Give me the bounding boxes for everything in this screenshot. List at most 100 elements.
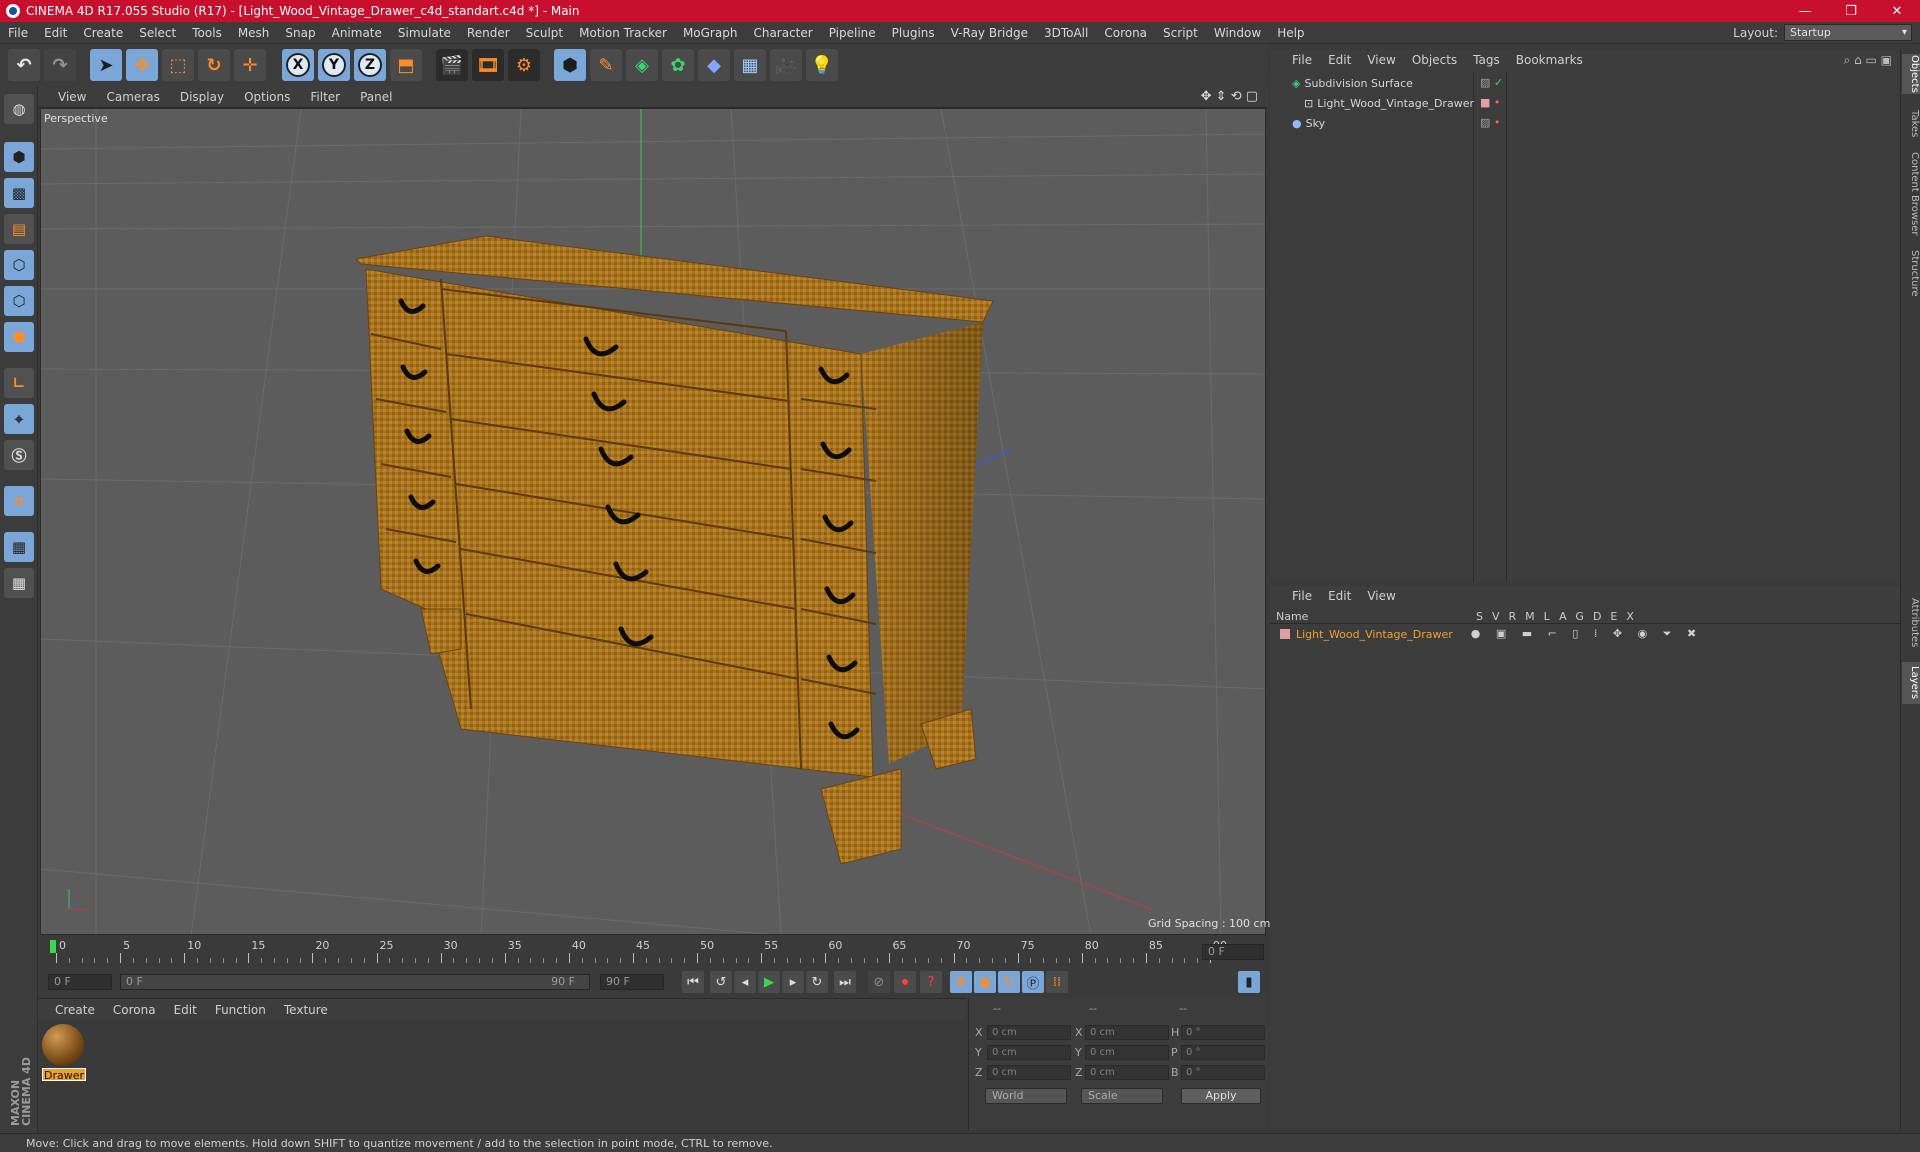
tab-takes[interactable]: Takes [1902,106,1920,142]
3d-viewport[interactable] [40,108,1266,935]
tab-content-browser[interactable]: Content Browser [1902,148,1920,240]
model-mode-button[interactable]: ⬢ [4,142,34,172]
layer-menu-view[interactable]: View [1359,589,1403,603]
material-menu-texture[interactable]: Texture [275,1003,337,1017]
viewport-nav-icons[interactable]: ✥ ⇕ ⟲ ▢ [1201,89,1258,104]
obj-menu-view[interactable]: View [1359,53,1403,67]
pos-y-field[interactable]: 0 cm [987,1045,1071,1060]
obj-menu-objects[interactable]: Objects [1404,53,1465,67]
record-keys-button[interactable]: ⊘ [868,971,890,993]
autokey-button[interactable]: ⏺ [894,971,916,993]
rot-p-field[interactable]: 0 ° [1181,1045,1265,1060]
lock-workplane-button[interactable]: ▦ [4,532,34,562]
material-menu-function[interactable]: Function [206,1003,275,1017]
add-spline-button[interactable]: ✎ [590,49,622,81]
tab-objects[interactable]: Objects [1902,54,1920,94]
menu-script[interactable]: Script [1155,26,1206,40]
key-rotation-button[interactable]: ↻ [998,971,1020,993]
key-scale-button[interactable]: ▣ [974,971,996,993]
add-camera-button[interactable]: 🎥 [770,49,802,81]
polygons-mode-button[interactable]: ⬢ [4,322,34,352]
pos-z-field[interactable]: 0 cm [987,1065,1071,1080]
menu-window[interactable]: Window [1206,26,1269,40]
viewport-menu-view[interactable]: View [48,90,96,104]
go-to-start-button[interactable]: ⏮ [682,971,704,993]
x-axis-button[interactable]: X [282,49,314,81]
object-manager-search-icon[interactable]: ⌕ ⌂ ▭ ▣ [1844,53,1892,68]
rot-b-field[interactable]: 0 ° [1181,1065,1265,1080]
obj-menu-tags[interactable]: Tags [1465,53,1508,67]
tweak-mode-button[interactable]: ⌖ [4,404,34,434]
tab-structure[interactable]: Structure [1902,246,1920,300]
menu-pipeline[interactable]: Pipeline [821,26,884,40]
add-subdivision-button[interactable]: ◈ [626,49,658,81]
menu-3dtoall[interactable]: 3DToAll [1036,26,1096,40]
timeline-window-button[interactable]: ▮ [1238,971,1260,993]
make-editable-button[interactable]: ◍ [4,94,34,124]
minimize-button[interactable]: — [1782,0,1828,22]
next-key-button[interactable]: ↻ [806,971,828,993]
apply-button[interactable]: Apply [1181,1088,1261,1104]
texture-mode-button[interactable]: ▩ [4,178,34,208]
layout-select[interactable]: Startup [1784,24,1912,41]
tab-layers[interactable]: Layers [1902,662,1920,704]
material-menu-corona[interactable]: Corona [104,1003,165,1017]
render-settings-button[interactable]: ⚙ [508,49,540,81]
z-axis-button[interactable]: Z [354,49,386,81]
redo-button[interactable]: ↷ [44,49,76,81]
render-picture-viewer-button[interactable]: 🎞 [472,49,504,81]
menu-corona[interactable]: Corona [1096,26,1155,40]
object-row[interactable]: ● Sky [1292,114,1325,132]
edges-mode-button[interactable]: ⬡ [4,286,34,316]
material-drawer[interactable]: Drawer [42,1024,86,1082]
start-frame-field[interactable]: 0 F [48,974,112,990]
size-x-field[interactable]: 0 cm [1085,1025,1169,1040]
size-z-field[interactable]: 0 cm [1085,1065,1169,1080]
undo-button[interactable]: ↶ [8,49,40,81]
menu-mesh[interactable]: Mesh [230,26,278,40]
go-to-end-button[interactable]: ⏭ [834,971,856,993]
current-frame-field[interactable]: 0 F [1202,944,1264,960]
timeline-ruler[interactable]: 051015202530354045505560657075808590 0 F [38,937,1268,967]
close-button[interactable]: ✕ [1874,0,1920,22]
coord-mode-select[interactable]: World [985,1088,1067,1104]
playhead[interactable] [50,940,56,953]
pos-x-field[interactable]: 0 cm [987,1025,1071,1040]
viewport-menu-cameras[interactable]: Cameras [96,90,169,104]
end-frame-field[interactable]: 90 F [600,974,664,990]
menu-plugins[interactable]: Plugins [884,26,943,40]
snap-button[interactable]: ∩ [4,486,34,516]
layer-color-swatch[interactable] [1280,629,1290,639]
menu-animate[interactable]: Animate [324,26,390,40]
layer-row[interactable]: Light_Wood_Vintage_Drawer ● ▣ ▬ ⌐ ▯ ⁞ ✥ … [1280,626,1702,642]
coord-size-mode-select[interactable]: Scale [1081,1088,1163,1104]
menu-render[interactable]: Render [459,26,518,40]
rotate-tool-button[interactable]: ↻ [198,49,230,81]
object-tags-column[interactable]: ■ • [1480,96,1500,109]
layer-menu-file[interactable]: File [1284,589,1320,603]
menu-vray-bridge[interactable]: V-Ray Bridge [943,26,1036,40]
menu-help[interactable]: Help [1269,26,1312,40]
viewport-menu-filter[interactable]: Filter [300,90,350,104]
material-menu-create[interactable]: Create [46,1003,104,1017]
render-view-button[interactable]: 🎬 [436,49,468,81]
object-row[interactable]: ◈ Subdivision Surface [1292,74,1413,92]
menu-file[interactable]: File [0,26,36,40]
select-tool-button[interactable]: ➤ [90,49,122,81]
previous-key-button[interactable]: ↺ [710,971,732,993]
layer-toggle-icons[interactable]: ● ▣ ▬ ⌐ ▯ ⁞ ✥ ◉ ⏷ ✖ [1471,627,1702,641]
planar-workplane-button[interactable]: ▦ [4,568,34,598]
play-button[interactable]: ▶ [758,971,780,993]
menu-sculpt[interactable]: Sculpt [518,26,571,40]
rot-h-field[interactable]: 0 ° [1181,1025,1265,1040]
move-tool-button[interactable]: ✥ [126,49,158,81]
menu-mograph[interactable]: MoGraph [675,26,746,40]
tab-attributes[interactable]: Attributes [1902,590,1920,656]
menu-create[interactable]: Create [75,26,131,40]
layer-menu-edit[interactable]: Edit [1320,589,1359,603]
recent-tool-button[interactable]: ✛ [234,49,266,81]
key-parameter-button[interactable]: Ⓟ [1022,971,1044,993]
scale-tool-button[interactable]: ⬚ [162,49,194,81]
points-mode-button[interactable]: ⬡ [4,250,34,280]
menu-select[interactable]: Select [131,26,184,40]
